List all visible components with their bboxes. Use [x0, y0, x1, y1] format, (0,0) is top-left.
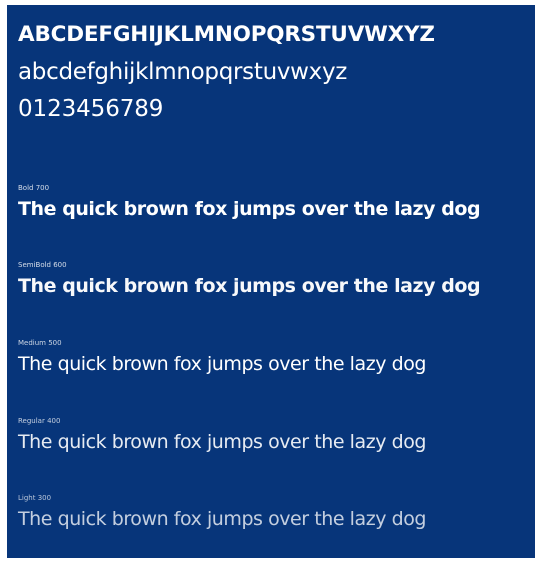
weight-label-light: Light 300	[18, 494, 52, 502]
weight-sample-semibold: The quick brown fox jumps over the lazy …	[18, 275, 481, 297]
weight-label-medium: Medium 500	[18, 339, 62, 347]
weight-sample-regular: The quick brown fox jumps over the lazy …	[18, 431, 426, 453]
lowercase-alphabet: abcdefghijklmnopqrstuvwxyz	[18, 59, 348, 85]
weight-sample-medium: The quick brown fox jumps over the lazy …	[18, 353, 426, 375]
font-specimen-panel: ABCDEFGHIJKLMNOPQRSTUVWXYZ abcdefghijklm…	[7, 5, 535, 558]
weight-label-regular: Regular 400	[18, 417, 61, 425]
weight-label-semibold: SemiBold 600	[18, 261, 67, 269]
weight-sample-bold: The quick brown fox jumps over the lazy …	[18, 198, 481, 220]
digits-line: 0123456789	[18, 96, 164, 122]
uppercase-alphabet: ABCDEFGHIJKLMNOPQRSTUVWXYZ	[18, 22, 435, 47]
weight-sample-light: The quick brown fox jumps over the lazy …	[18, 508, 426, 530]
weight-label-bold: Bold 700	[18, 184, 50, 192]
